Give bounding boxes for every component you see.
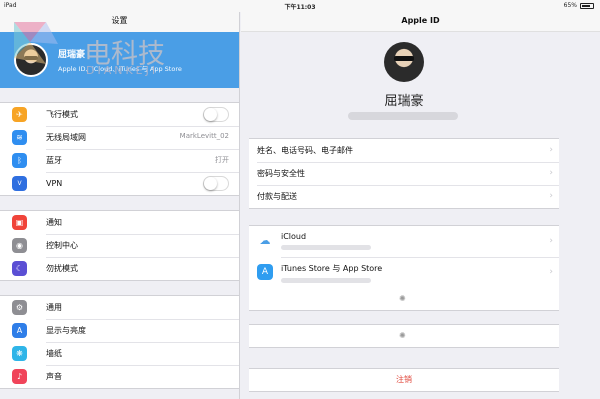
settings-row-label: VPN <box>46 179 63 188</box>
password-security-row[interactable]: 密码与安全性 › <box>249 162 559 185</box>
display-icon: A <box>12 323 27 338</box>
status-right: 65% <box>564 2 594 9</box>
settings-row-value: MarkLevitt_02 <box>179 132 229 140</box>
settings-row-gear[interactable]: ⚙ 通用 <box>0 296 239 319</box>
settings-row-label: 控制中心 <box>46 241 78 250</box>
profile-name: 屈瑞豪 <box>58 50 86 60</box>
settings-row-label: 墙纸 <box>46 349 62 358</box>
vpn-icon: V <box>12 176 27 191</box>
settings-row-wifi[interactable]: ≋ 无线局域网 MarkLevitt_02 <box>0 126 239 149</box>
wifi-icon: ≋ <box>12 130 27 145</box>
settings-row-display[interactable]: A 显示与亮度 <box>0 319 239 342</box>
settings-row-bluetooth[interactable]: ᛒ 蓝牙 打开 <box>0 149 239 172</box>
apple-id-name: 屈瑞豪 <box>384 94 424 109</box>
settings-row-label: 飞行模式 <box>46 110 78 119</box>
control-center-icon: ◉ <box>12 238 27 253</box>
gear-icon: ⚙ <box>12 300 27 315</box>
spinner-icon: ✺ <box>399 331 406 340</box>
settings-row-vpn[interactable]: V VPN <box>0 172 239 195</box>
status-bar: iPad 下午11:03 65% <box>0 0 600 12</box>
settings-group-notifications: ▣ 通知 ◉ 控制中心 ☾ 勿扰模式 <box>0 210 239 281</box>
toggle-switch[interactable] <box>203 107 229 122</box>
settings-row-label: 通用 <box>46 303 62 312</box>
itunes-app-store-row[interactable]: A iTunes Store 与 App Store › <box>249 257 559 288</box>
chevron-right-icon: › <box>549 168 553 178</box>
settings-row-value: 打开 <box>215 156 229 164</box>
settings-row-label: 蓝牙 <box>46 156 62 165</box>
redacted-line <box>281 278 371 283</box>
payment-shipping-row[interactable]: 付款与配送 › <box>249 185 559 208</box>
wallpaper-icon: ❋ <box>12 346 27 361</box>
chevron-right-icon: › <box>549 267 553 277</box>
airplane-icon: ✈ <box>12 107 27 122</box>
redacted-line <box>281 245 371 250</box>
settings-row-label: 无线局域网 <box>46 133 86 142</box>
chevron-right-icon: › <box>549 236 553 246</box>
sound-icon: ♪ <box>12 369 27 384</box>
spinner-icon: ✺ <box>399 294 406 303</box>
settings-sidebar: 设置 屈瑞豪 Apple ID、iCloud、iTunes 与 App Stor… <box>0 12 240 399</box>
email-redacted <box>348 112 458 120</box>
loading-row: ✺ <box>249 288 559 310</box>
battery-percent: 65% <box>563 2 577 9</box>
row-label: 付款与配送 <box>257 192 297 201</box>
app-store-icon: A <box>257 264 273 280</box>
devices-group: ✺ <box>249 324 559 348</box>
settings-row-notification[interactable]: ▣ 通知 <box>0 211 239 234</box>
settings-row-airplane[interactable]: ✈ 飞行模式 <box>0 103 239 126</box>
moon-icon: ☾ <box>12 261 27 276</box>
settings-row-wallpaper[interactable]: ❋ 墙纸 <box>0 342 239 365</box>
settings-row-label: 勿扰模式 <box>46 264 78 273</box>
settings-group-connectivity: ✈ 飞行模式 ≋ 无线局域网 MarkLevitt_02 ᛒ 蓝牙 打开 V VPN <box>0 102 239 196</box>
sidebar-title: 设置 <box>0 12 239 32</box>
profile-subtitle: Apple ID、iCloud、iTunes 与 App Store <box>58 65 182 73</box>
icloud-label: iCloud <box>281 232 307 241</box>
status-time: 下午11:03 <box>284 4 316 11</box>
loading-row: ✺ <box>249 325 559 347</box>
settings-group-general: ⚙ 通用 A 显示与亮度 ❋ 墙纸 ♪ 声音 <box>0 295 239 389</box>
name-phone-email-row[interactable]: 姓名、电话号码、电子邮件 › <box>249 139 559 162</box>
pane-title: Apple ID <box>241 12 600 32</box>
chevron-right-icon: › <box>549 145 553 155</box>
bluetooth-icon: ᛒ <box>12 153 27 168</box>
apple-id-profile-row[interactable]: 屈瑞豪 Apple ID、iCloud、iTunes 与 App Store <box>0 32 239 88</box>
settings-row-label: 显示与亮度 <box>46 326 86 335</box>
settings-row-label: 声音 <box>46 372 62 381</box>
row-label: 姓名、电话号码、电子邮件 <box>257 146 353 155</box>
toggle-switch[interactable] <box>203 176 229 191</box>
apple-id-avatar[interactable] <box>384 42 424 82</box>
account-group: 姓名、电话号码、电子邮件 › 密码与安全性 › 付款与配送 › <box>249 138 559 209</box>
battery-icon <box>580 2 594 9</box>
icloud-icon: ☁ <box>257 233 273 249</box>
chevron-right-icon: › <box>549 191 553 201</box>
settings-row-control-center[interactable]: ◉ 控制中心 <box>0 234 239 257</box>
sign-out-button[interactable]: 注销 <box>249 368 559 392</box>
row-label: 密码与安全性 <box>257 169 305 178</box>
notification-icon: ▣ <box>12 215 27 230</box>
apple-id-pane: Apple ID 屈瑞豪 姓名、电话号码、电子邮件 › 密码与安全性 › 付款与配送… <box>241 12 600 399</box>
services-group: ☁ iCloud › A iTunes Store 与 App Store › … <box>249 225 559 311</box>
avatar <box>14 43 48 77</box>
store-label: iTunes Store 与 App Store <box>281 264 383 273</box>
settings-row-moon[interactable]: ☾ 勿扰模式 <box>0 257 239 280</box>
settings-row-sound[interactable]: ♪ 声音 <box>0 365 239 388</box>
settings-row-label: 通知 <box>46 218 62 227</box>
icloud-row[interactable]: ☁ iCloud › <box>249 226 559 257</box>
